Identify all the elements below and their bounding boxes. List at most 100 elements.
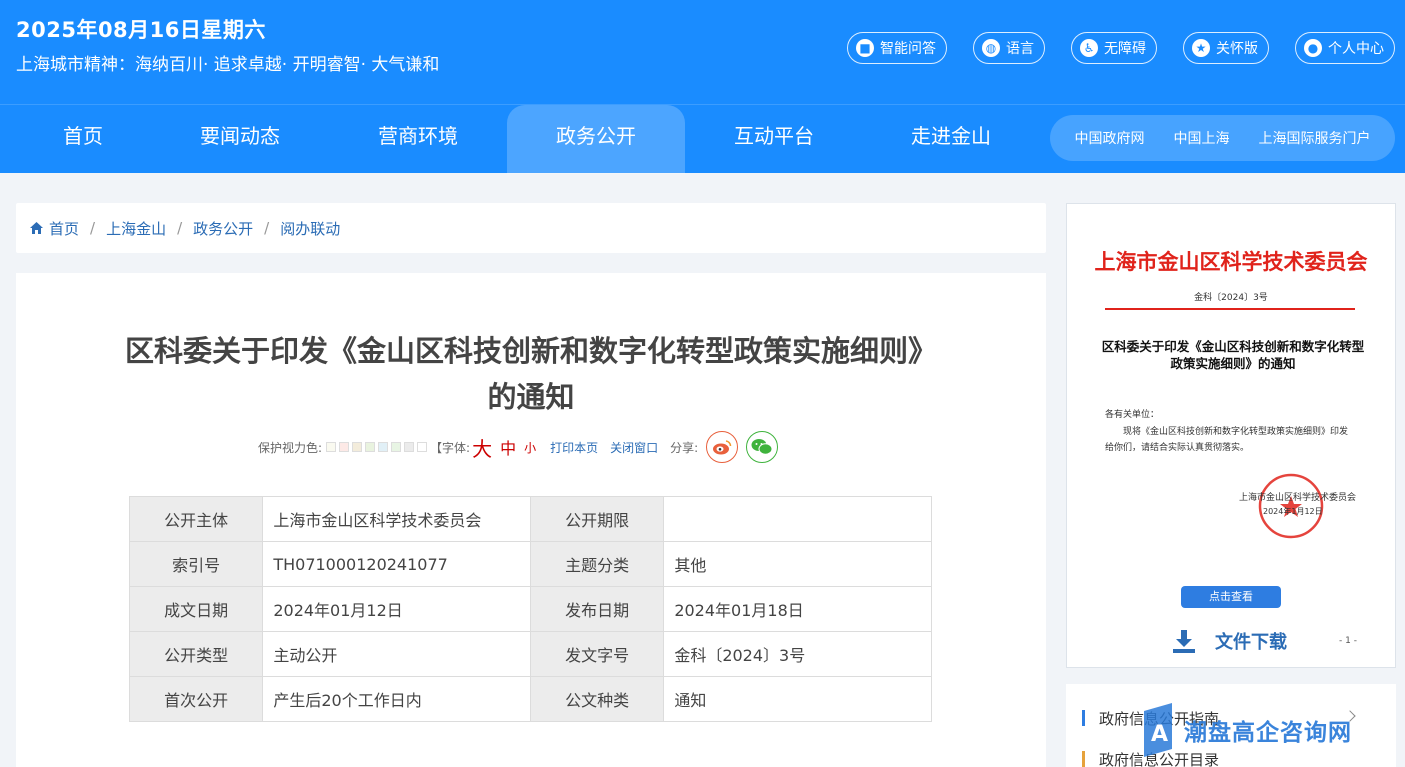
doc-sign-date: 2024年1月12日 xyxy=(1263,507,1323,516)
header-motto: 上海城市精神：海纳百川· 追求卓越· 开明睿智· 大气谦和 xyxy=(16,55,440,75)
table-row: 首次公开 产生后20个工作日内 公文种类 通知 xyxy=(128,676,932,722)
color-swatch[interactable] xyxy=(352,442,363,452)
color-swatch[interactable] xyxy=(365,442,376,452)
table-value: 通知 xyxy=(663,676,932,722)
table-key: 成文日期 xyxy=(128,586,264,632)
care-mode-button[interactable]: ★ 关怀版 xyxy=(1183,32,1269,64)
thumbs-up-icon: ★ xyxy=(1192,39,1210,57)
table-key: 公开类型 xyxy=(128,631,264,677)
color-swatch[interactable] xyxy=(326,442,337,452)
color-swatch[interactable] xyxy=(417,442,428,452)
language-label: 语言 xyxy=(1006,41,1034,57)
doc-greeting: 各有关单位： xyxy=(1105,410,1160,420)
doc-title: 区科委关于印发《金山区科技创新和数字化转型政策实施细则》的通知 xyxy=(1101,339,1365,371)
svg-text:A: A xyxy=(1151,722,1168,747)
breadcrumb-home[interactable]: 首页 xyxy=(49,218,79,239)
font-size-label: 【字体: xyxy=(430,440,471,455)
header-buttons: ■ 智能问答 ◍ 语言 ♿ 无障碍 ★ 关怀版 ● 个人中心 xyxy=(821,32,1395,64)
table-key: 发布日期 xyxy=(529,586,665,632)
table-value xyxy=(663,496,932,542)
table-row: 公开类型 主动公开 发文字号 金科〔2024〕3号 xyxy=(128,631,932,677)
view-document-button[interactable]: 点击查看 xyxy=(1181,586,1281,608)
article-title: 区科委关于印发《金山区科技创新和数字化转型政策实施细则》的通知 xyxy=(124,334,937,414)
share-label: 分享: xyxy=(670,440,699,455)
font-size-medium[interactable]: 中 xyxy=(500,435,516,459)
table-key: 公文种类 xyxy=(529,676,665,722)
article-toolbar: 保护视力色: 【字体: 大 中 小 打印本页 关闭窗口 分享: xyxy=(258,431,779,463)
wechat-share-button[interactable] xyxy=(746,431,779,463)
table-value: 上海市金山区科学技术委员会 xyxy=(262,496,531,542)
table-value: 主动公开 xyxy=(262,631,531,677)
nav-item-news[interactable]: 要闻动态 xyxy=(180,105,300,174)
font-size-small[interactable]: 小 xyxy=(524,439,536,456)
eye-protect-label: 保护视力色: xyxy=(258,440,323,455)
table-value: 金科〔2024〕3号 xyxy=(663,631,932,677)
watermark: A 潮盘高企咨询网 xyxy=(1138,703,1352,757)
nav-item-business[interactable]: 营商环境 xyxy=(358,105,478,174)
link-gov-cn[interactable]: 中国政府网 xyxy=(1075,128,1145,148)
table-row: 公开主体 上海市金山区科学技术委员会 公开期限 xyxy=(128,496,932,542)
download-icon xyxy=(1173,630,1195,653)
nav-item-home[interactable]: 首页 xyxy=(28,105,138,174)
doc-number: 金科〔2024〕3号 xyxy=(1194,293,1268,303)
breadcrumb: 首页 / 上海金山 / 政务公开 / 阅办联动 xyxy=(16,203,1046,253)
breadcrumb-separator: / xyxy=(177,219,183,237)
file-download-link[interactable]: 文件下载 xyxy=(1171,628,1287,654)
user-center-label: 个人中心 xyxy=(1328,41,1384,57)
article-card: 区科委关于印发《金山区科技创新和数字化转型政策实施细则》的通知 保护视力色: 【… xyxy=(16,273,1046,767)
breadcrumb-gov-affairs[interactable]: 政务公开 xyxy=(193,218,253,239)
doc-body: 现将《金山区科技创新和数字化转型政策实施细则》印发给你们，请结合实际认真贯彻落实… xyxy=(1105,427,1349,453)
font-size-large[interactable]: 大 xyxy=(472,433,492,462)
doc-signer: 上海市金山区科学技术委员会 xyxy=(1239,493,1357,503)
user-center-button[interactable]: ● 个人中心 xyxy=(1295,32,1395,64)
table-value: 2024年01月12日 xyxy=(262,586,531,632)
language-button[interactable]: ◍ 语言 xyxy=(973,32,1045,64)
table-key: 公开期限 xyxy=(529,496,665,542)
robot-icon: ■ xyxy=(856,39,874,57)
nav-item-interaction[interactable]: 互动平台 xyxy=(714,105,834,174)
doc-page-number: - 1 - xyxy=(1339,636,1357,646)
globe-icon: ◍ xyxy=(982,39,1000,57)
table-value: 2024年01月18日 xyxy=(663,586,932,632)
watermark-text: 潮盘高企咨询网 xyxy=(1184,719,1352,746)
nav-item-gov-affairs[interactable]: 政务公开 xyxy=(507,105,685,174)
wechat-icon xyxy=(751,439,773,455)
link-intl-portal[interactable]: 上海国际服务门户 xyxy=(1259,128,1371,148)
table-value: TH071000120241077 xyxy=(262,541,531,587)
smart-qa-button[interactable]: ■ 智能问答 xyxy=(847,32,947,64)
metadata-table: 公开主体 上海市金山区科学技术委员会 公开期限 索引号 TH0710001202… xyxy=(128,496,932,722)
smart-qa-label: 智能问答 xyxy=(880,41,936,57)
table-row: 索引号 TH071000120241077 主题分类 其他 xyxy=(128,541,932,587)
table-value: 其他 xyxy=(663,541,932,587)
file-download-label: 文件下载 xyxy=(1215,632,1287,653)
site-header: 2025年08月16日星期六 上海城市精神：海纳百川· 追求卓越· 开明睿智· … xyxy=(0,0,1405,104)
table-value: 产生后20个工作日内 xyxy=(262,676,531,722)
breadcrumb-current[interactable]: 阅办联动 xyxy=(280,218,340,239)
nav-item-about[interactable]: 走进金山 xyxy=(891,105,1011,174)
breadcrumb-separator: / xyxy=(90,219,96,237)
table-key: 主题分类 xyxy=(529,541,665,587)
color-swatch[interactable] xyxy=(378,442,389,452)
table-key: 公开主体 xyxy=(128,496,264,542)
print-link[interactable]: 打印本页 xyxy=(550,439,598,456)
color-swatch[interactable] xyxy=(339,442,350,452)
document-preview[interactable]: 上海市金山区科学技术委员会 金科〔2024〕3号 区科委关于印发《金山区科技创新… xyxy=(1066,203,1396,668)
doc-red-line xyxy=(1105,308,1355,310)
table-key: 发文字号 xyxy=(529,631,665,677)
side-link-marker xyxy=(1082,710,1085,726)
color-swatch[interactable] xyxy=(404,442,415,452)
weibo-share-button[interactable] xyxy=(706,431,739,463)
main-nav: 首页 要闻动态 营商环境 政务公开 互动平台 走进金山 中国政府网 中国上海 上… xyxy=(0,104,1405,174)
link-shanghai[interactable]: 中国上海 xyxy=(1174,128,1230,148)
table-key: 索引号 xyxy=(128,541,264,587)
care-mode-label: 关怀版 xyxy=(1216,41,1258,57)
external-links: 中国政府网 中国上海 上海国际服务门户 xyxy=(1050,115,1395,161)
close-window-link[interactable]: 关闭窗口 xyxy=(610,439,658,456)
accessibility-button[interactable]: ♿ 无障碍 xyxy=(1071,32,1157,64)
table-key: 首次公开 xyxy=(128,676,264,722)
weibo-icon xyxy=(713,440,732,455)
breadcrumb-jinshan[interactable]: 上海金山 xyxy=(106,218,166,239)
header-date: 2025年08月16日星期六 xyxy=(16,18,266,42)
color-swatch[interactable] xyxy=(391,442,402,452)
breadcrumb-separator: / xyxy=(264,219,270,237)
